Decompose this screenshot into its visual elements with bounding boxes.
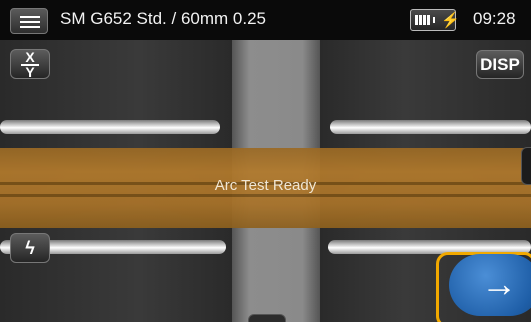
disp-button[interactable]: DISP [476,50,524,79]
bottom-panel-tab[interactable] [248,314,286,322]
menu-button[interactable] [10,8,48,34]
side-panel-tab[interactable] [521,147,531,185]
arc-button[interactable]: ϟ [10,233,50,263]
xy-view-button[interactable]: X Y [10,49,50,79]
status-bar: SM G652 Std. / 60mm 0.25 ⚡ 09:28 [0,0,531,40]
battery-charging-icon: ⚡ [410,9,460,31]
xy-label-y: Y [25,64,35,80]
upper-left-fiber [0,120,220,134]
splice-mode-title: SM G652 Std. / 60mm 0.25 [60,9,266,28]
xy-label-x: X [25,49,35,65]
status-message: Arc Test Ready [214,177,317,194]
charging-bolt-icon: ⚡ [441,12,460,29]
hamburger-menu-icon [20,16,40,18]
fusion-splicer-screen: SM G652 Std. / 60mm 0.25 ⚡ 09:28 Arc Tes… [0,0,531,322]
lightning-bolt-icon: ϟ [25,238,35,258]
clock: 09:28 [473,9,516,28]
next-button[interactable]: → [449,254,531,316]
upper-right-fiber [330,120,531,134]
right-arrow-icon: → [481,263,517,304]
